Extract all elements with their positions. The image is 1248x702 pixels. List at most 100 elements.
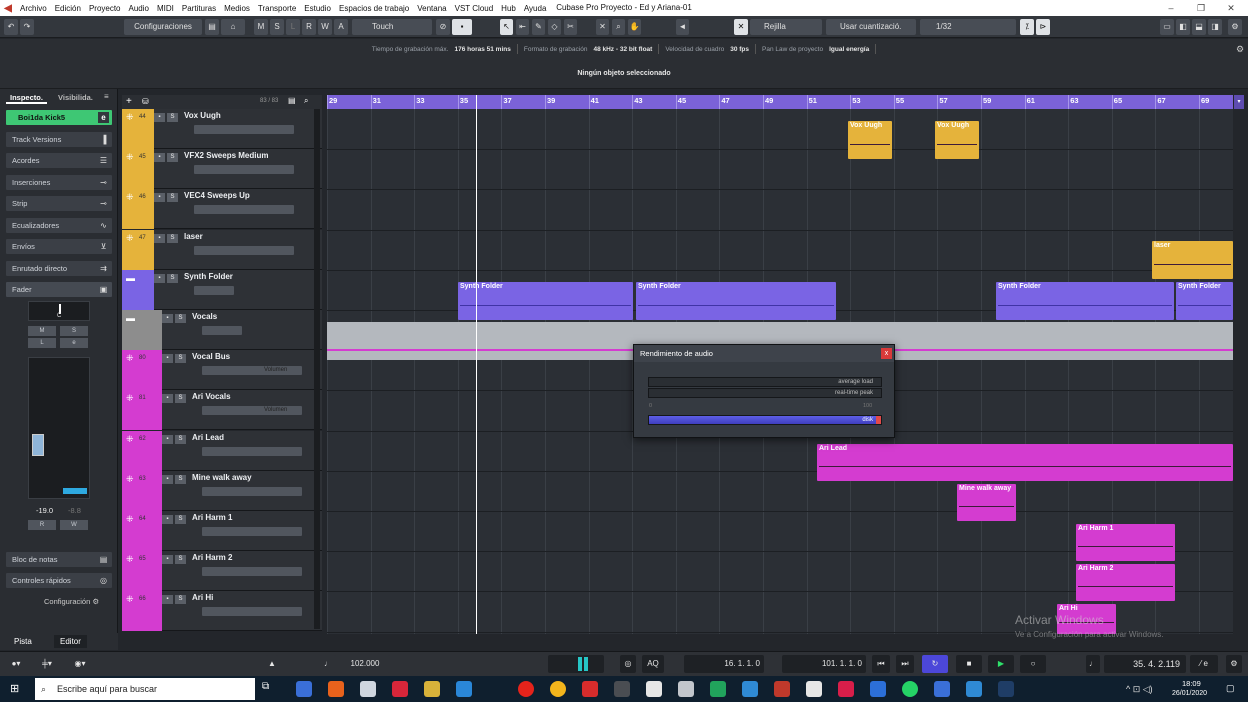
track-row[interactable]: ▬ ▪ S Synth Folder xyxy=(122,269,322,310)
track-name[interactable]: Vox Uugh xyxy=(184,111,221,120)
app-icon-8[interactable] xyxy=(550,681,566,697)
mute-button[interactable]: ▪ xyxy=(154,153,165,163)
mode-w[interactable]: W xyxy=(318,19,332,35)
record-icon[interactable]: ○ xyxy=(1020,655,1046,673)
track-row[interactable]: ⁜ 63 ▪ S Mine walk away xyxy=(122,470,322,511)
split-tool-icon[interactable]: ✂ xyxy=(564,19,577,35)
solo-button[interactable]: S xyxy=(167,153,178,163)
menu-archivo[interactable]: Archivo xyxy=(16,4,51,13)
section-track-versions[interactable]: Track Versions ▐ xyxy=(6,132,112,147)
app-icon-17[interactable] xyxy=(838,681,854,697)
notification-icon[interactable]: ▢ xyxy=(1226,683,1235,694)
quantize-icon[interactable]: ⁒ xyxy=(1020,19,1034,35)
mute-button[interactable]: ▪ xyxy=(154,113,165,122)
view-dropdown-icon[interactable]: ◉▾ xyxy=(66,655,94,673)
solo-button[interactable]: S xyxy=(175,314,186,323)
menu-partituras[interactable]: Partituras xyxy=(178,4,220,13)
clock-date[interactable]: 26/01/2020 xyxy=(1172,690,1207,697)
app-icon-16[interactable] xyxy=(806,681,822,697)
minimize-icon[interactable]: – xyxy=(1156,0,1186,16)
menu-hub[interactable]: Hub xyxy=(497,4,520,13)
event-vox1[interactable]: Vox Uugh xyxy=(848,121,892,159)
iterative-quantize-icon[interactable]: ⊳ xyxy=(1036,19,1050,35)
solo-button[interactable]: S xyxy=(175,434,186,444)
app-icon-1[interactable] xyxy=(296,681,312,697)
start-icon[interactable]: ⊞ xyxy=(10,683,22,695)
inspector-menu-icon[interactable]: ≡ xyxy=(104,92,109,101)
event-arilead[interactable]: Ari Lead xyxy=(817,444,1233,481)
track-controls[interactable] xyxy=(202,567,302,577)
app-icon-10[interactable] xyxy=(614,681,630,697)
track-row[interactable]: ⁜ 81 ▪ S Ari Vocals Volumen xyxy=(122,390,322,431)
zone-left-icon[interactable]: ◧ xyxy=(1176,19,1190,35)
mode-l[interactable]: L xyxy=(286,19,300,35)
right-locator-field[interactable]: 101. 1. 1. 0 xyxy=(782,655,866,673)
app-icon-14[interactable] xyxy=(742,681,758,697)
metronome-icon[interactable]: ♩ xyxy=(320,655,336,673)
menu-transporte[interactable]: Transporte xyxy=(254,4,300,13)
track-row[interactable]: ⁜ 46 ▪ S VEC4 Sweeps Up xyxy=(122,189,322,230)
tab-visibility[interactable]: Visibilida. xyxy=(54,91,97,104)
track-controls[interactable] xyxy=(194,125,294,134)
solo-button[interactable]: S xyxy=(60,326,88,336)
status-settings-icon[interactable]: ⚙ xyxy=(1236,44,1244,55)
play-icon[interactable]: ▶ xyxy=(988,655,1014,673)
event-synth1[interactable]: Synth Folder xyxy=(458,282,633,320)
folder-add-icon[interactable]: ⛁ xyxy=(142,97,149,106)
event-synth2[interactable]: Synth Folder xyxy=(636,282,836,320)
app-icon-20[interactable] xyxy=(934,681,950,697)
track-name[interactable]: VEC4 Sweeps Up xyxy=(184,191,250,200)
task-view-icon[interactable]: ⧉ xyxy=(262,681,278,697)
app-icon-22[interactable] xyxy=(998,681,1014,697)
marker-icon[interactable]: ⁄ e xyxy=(1190,655,1218,673)
track-row[interactable]: ⁜ 47 ▪ Slaser xyxy=(122,229,322,270)
mute-button[interactable]: ▪ xyxy=(162,595,173,605)
mute-button[interactable]: ▪ xyxy=(154,273,165,283)
menu-estudio[interactable]: Estudio xyxy=(300,4,335,13)
solo-button[interactable]: S xyxy=(175,474,186,484)
section-bloc-notas[interactable]: Bloc de notas ▤ xyxy=(6,552,112,567)
perf-close-icon[interactable]: x xyxy=(881,348,892,359)
redo-icon[interactable]: ↷ xyxy=(20,19,34,35)
settings-icon[interactable]: ⚙ xyxy=(1228,19,1242,35)
track-name[interactable]: Ari Lead xyxy=(192,433,224,442)
erase-tool-icon[interactable]: ◇ xyxy=(548,19,561,35)
track-controls[interactable] xyxy=(194,245,294,255)
window-icon[interactable]: ⌂ xyxy=(221,19,245,35)
write-button[interactable]: W xyxy=(60,520,88,530)
menu-ventana[interactable]: Ventana xyxy=(413,4,450,13)
event-vox2[interactable]: Vox Uugh xyxy=(935,121,979,159)
punch-icon[interactable]: ◎ xyxy=(620,655,636,673)
read-button[interactable]: R xyxy=(28,520,56,530)
close-icon[interactable]: ✕ xyxy=(1216,0,1246,16)
constrain-icon[interactable]: ⊘ xyxy=(436,19,450,35)
track-name[interactable]: Ari Harm 1 xyxy=(192,513,232,522)
track-filter-icon[interactable]: ▤ xyxy=(288,96,296,105)
menu-audio[interactable]: Audio xyxy=(125,4,153,13)
zoom-tool-icon[interactable]: ⌕ xyxy=(612,19,625,35)
mute-button[interactable]: ▪ xyxy=(162,394,173,404)
section-strip[interactable]: Strip ⊸ xyxy=(6,196,112,211)
speaker-tool-icon[interactable]: ◄ xyxy=(676,19,689,35)
track-controls[interactable] xyxy=(202,326,242,335)
stop-icon[interactable]: ■ xyxy=(956,655,982,673)
event-harm2[interactable]: Ari Harm 2 xyxy=(1076,564,1175,601)
app-icon-4[interactable] xyxy=(392,681,408,697)
tempo-field[interactable]: 102.000 xyxy=(340,655,390,673)
track-row[interactable]: ⁜ 45 ▪ S VFX2 Sweeps Medium xyxy=(122,149,322,190)
app-icon-7[interactable] xyxy=(518,681,534,697)
event-synth4[interactable]: Synth Folder xyxy=(1176,282,1233,320)
cycle-icon[interactable]: ↻ xyxy=(922,655,948,673)
app-icon-13[interactable] xyxy=(710,681,726,697)
track-name[interactable]: laser xyxy=(184,232,203,241)
ruler[interactable]: 29 31 33 35 37 39 41 43 45 47 49 51 53 55 57 59 61 63 65 67… xyxy=(327,95,1233,109)
section-enrutado[interactable]: Enrutado directo ⇉ xyxy=(6,261,112,276)
event-mine[interactable]: Mine walk away xyxy=(957,484,1016,521)
solo-button[interactable]: S xyxy=(167,113,178,122)
app-icon-5[interactable] xyxy=(424,681,440,697)
track-row[interactable]: ⁜ 80 ▪ S Vocal Bus Volumen xyxy=(122,350,322,391)
mute-button[interactable]: ▪ xyxy=(162,314,173,323)
section-quick-controls[interactable]: Controles rápidos ◎ xyxy=(6,573,112,588)
track-controls[interactable] xyxy=(194,285,234,295)
layout-icon[interactable]: ▤ xyxy=(205,19,219,35)
